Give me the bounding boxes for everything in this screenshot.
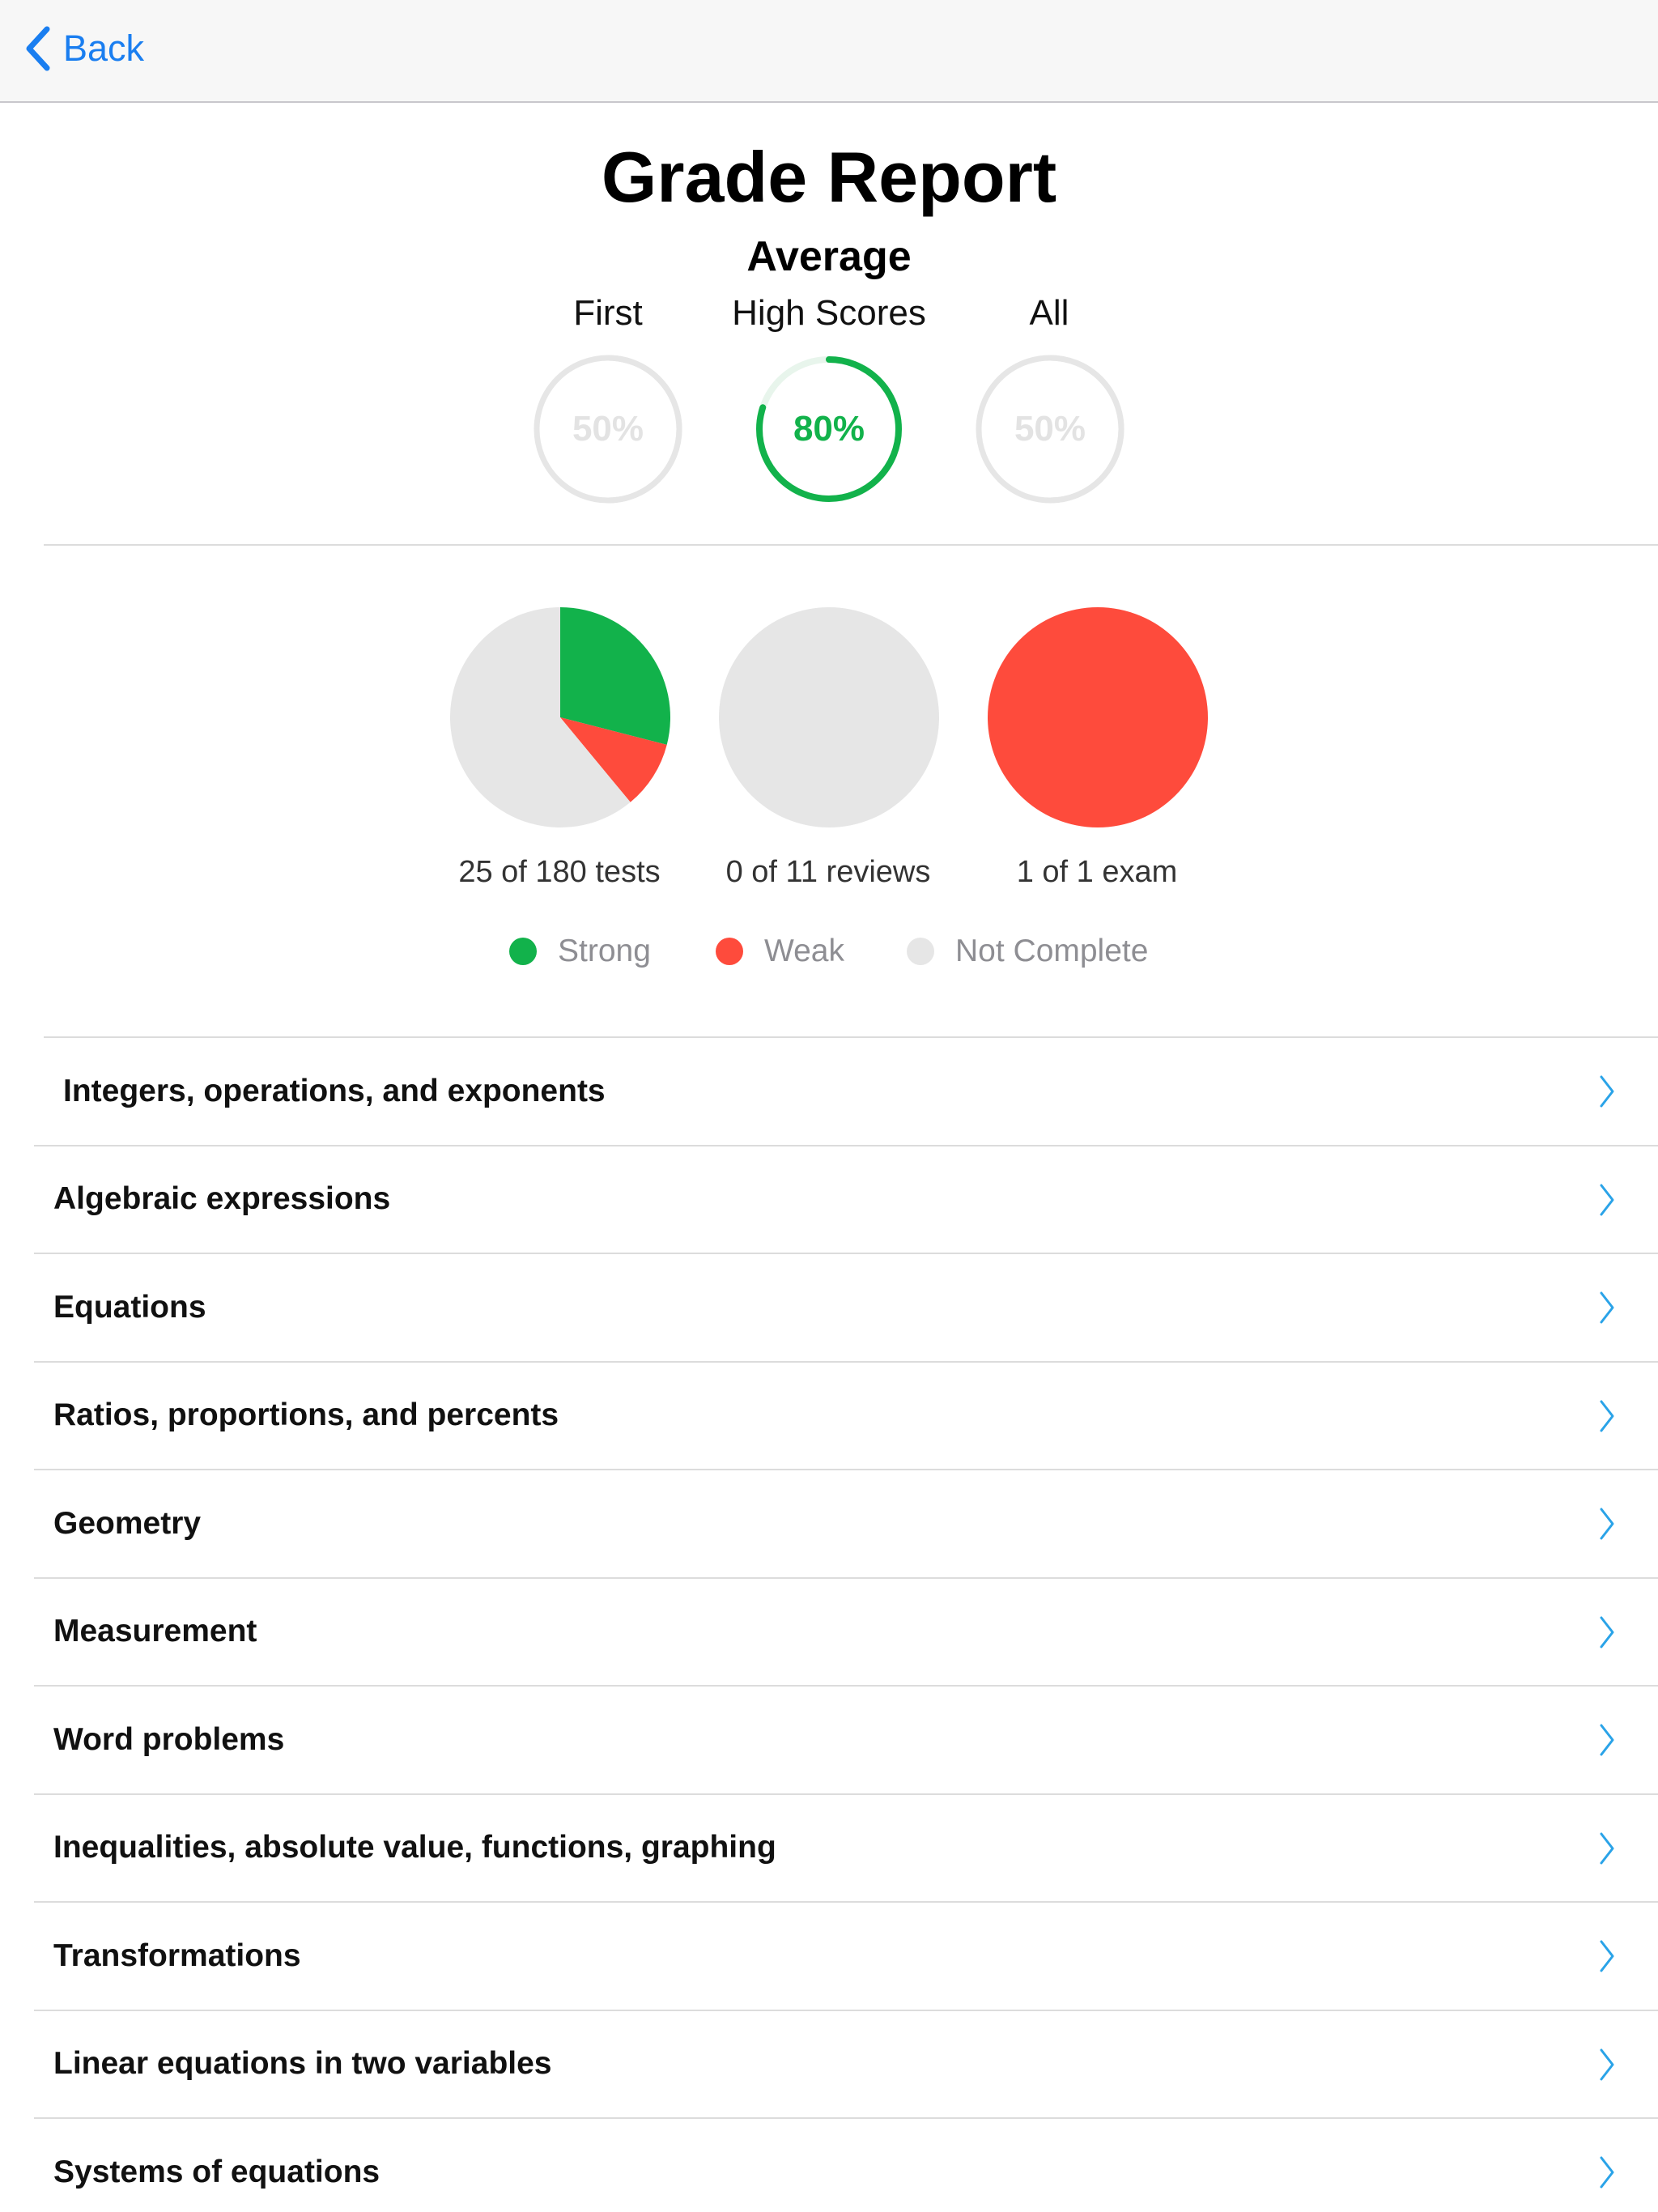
legend-item-weak: Weak [716,931,844,972]
average-label-all: All [1029,293,1069,333]
legend-dot-strong [509,938,537,965]
topic-row[interactable]: Integers, operations, and exponents [44,1036,1658,1145]
topic-row[interactable]: Transformations [34,1901,1658,2010]
pie-chart-tests[interactable] [450,607,670,827]
average-ring-high-scores[interactable]: 80% [752,352,906,506]
topic-row[interactable]: Systems of equations [34,2117,1658,2212]
topic-row[interactable]: Equations [34,1253,1658,1361]
back-label: Back [63,28,145,69]
topic-row[interactable]: Inequalities, absolute value, functions,… [34,1793,1658,1902]
topic-label: Algebraic expressions [53,1181,391,1216]
topic-row[interactable]: Word problems [34,1685,1658,1793]
chevron-left-icon [26,26,50,71]
chevron-right-icon [1600,1184,1614,1215]
legend-label-strong: Strong [558,934,651,968]
pie-chart-exam[interactable] [988,607,1208,827]
topic-label: Systems of equations [53,2154,380,2189]
chevron-right-icon [1600,1940,1614,1972]
average-ring-all[interactable]: 50% [973,352,1127,506]
section-divider [44,544,1658,546]
topic-label: Inequalities, absolute value, functions,… [53,1830,776,1865]
average-ring-first[interactable]: 50% [531,352,685,506]
pie-slice-weak [988,607,1208,827]
legend-label-weak: Weak [764,934,844,968]
topic-label: Equations [53,1289,206,1325]
pie-slice-not-complete [719,607,939,827]
topic-row[interactable]: Linear equations in two variables [34,2009,1658,2118]
average-label-first: First [573,293,643,333]
topic-label: Integers, operations, and exponents [63,1073,606,1108]
chevron-right-icon [1600,1400,1614,1431]
legend-label-not-complete: Not Complete [955,934,1149,968]
chevron-right-icon [1600,1075,1614,1108]
chevron-right-icon [1600,1508,1614,1540]
topic-label: Word problems [53,1721,285,1757]
chevron-right-icon [1600,1291,1614,1324]
navigation-bar: Back [0,0,1658,103]
topic-label: Measurement [53,1614,257,1648]
average-heading: Average [746,233,912,280]
chevron-right-icon [1600,2156,1614,2189]
legend-dot-weak [716,938,743,965]
legend-item-strong: Strong [509,931,651,972]
legend-item-not-complete: Not Complete [907,931,1148,972]
average-value-high-scores: 80% [793,409,865,449]
page-title: Grade Report [601,137,1057,217]
topic-row[interactable]: Geometry [34,1469,1658,1577]
pie-chart-reviews[interactable] [719,607,939,827]
topic-list: Integers, operations, and exponents Alge… [0,1036,1658,2212]
topic-label: Linear equations in two variables [53,2046,552,2081]
average-value-first: 50% [572,409,644,449]
topic-row[interactable]: Measurement [34,1576,1658,1686]
chevron-right-icon [1600,1832,1614,1864]
chevron-right-icon [1600,2048,1614,2080]
pie-caption-tests: 25 of 180 tests [458,855,661,889]
average-label-high-scores: High Scores [732,293,926,333]
topic-label: Ratios, proportions, and percents [53,1397,559,1432]
topic-row[interactable]: Algebraic expressions [34,1144,1658,1253]
pie-caption-exam: 1 of 1 exam [1016,855,1178,889]
chevron-right-icon [1600,1616,1614,1648]
legend-dot-not-complete [907,938,934,965]
topic-label: Geometry [53,1505,202,1541]
pie-caption-reviews: 0 of 11 reviews [725,855,931,889]
topic-label: Transformations [53,1938,301,1973]
topic-row[interactable]: Ratios, proportions, and percents [34,1360,1658,1470]
back-button[interactable]: Back [23,23,144,74]
chevron-right-icon [1600,1724,1614,1756]
average-value-all: 50% [1014,409,1086,449]
